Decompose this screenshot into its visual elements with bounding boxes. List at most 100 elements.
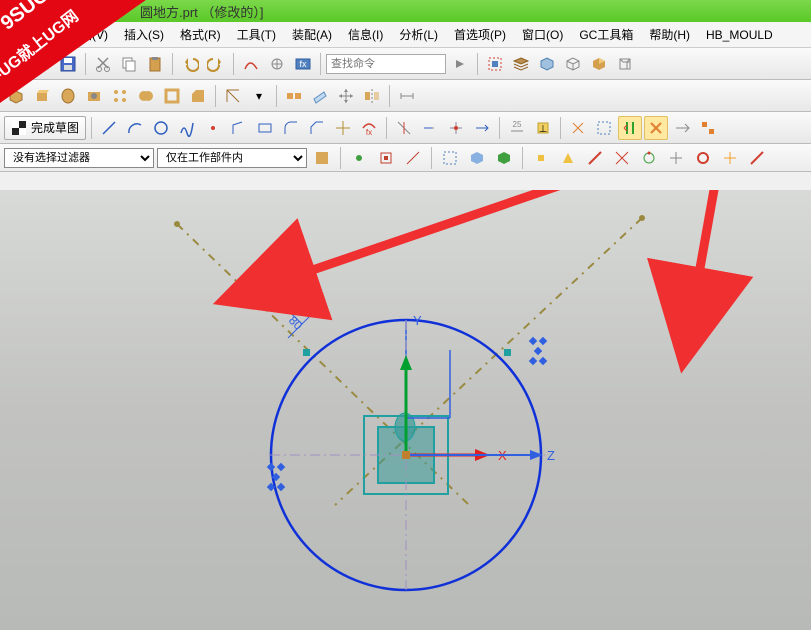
- toolbar-modeling: ▾: [0, 80, 811, 112]
- sketch-rect-icon[interactable]: [253, 116, 277, 140]
- svg-text:fx: fx: [299, 59, 307, 69]
- layer-icon[interactable]: [509, 52, 533, 76]
- trim-curve-icon[interactable]: [392, 116, 416, 140]
- selection-filter-dropdown[interactable]: 没有选择过滤器: [4, 148, 154, 168]
- shell-icon[interactable]: [160, 84, 184, 108]
- menu-gc[interactable]: GC工具箱: [571, 23, 641, 46]
- sel-face-icon[interactable]: [465, 146, 489, 170]
- snap-mid-icon[interactable]: [556, 146, 580, 170]
- expression-icon[interactable]: fx: [291, 52, 315, 76]
- curve-icon[interactable]: [239, 52, 263, 76]
- svg-text:80: 80: [286, 313, 306, 333]
- snap-line-icon[interactable]: [401, 146, 425, 170]
- assembly-add-icon[interactable]: [282, 84, 306, 108]
- unite-icon[interactable]: [134, 84, 158, 108]
- sketch-chamfer-icon[interactable]: [305, 116, 329, 140]
- chamfer-icon[interactable]: [186, 84, 210, 108]
- extend-curve-icon[interactable]: [418, 116, 442, 140]
- measure-dist-icon[interactable]: [395, 84, 419, 108]
- menu-window[interactable]: 窗口(O): [514, 23, 571, 46]
- fit-icon[interactable]: [483, 52, 507, 76]
- geo-constraint-icon[interactable]: ⊥: [531, 116, 555, 140]
- sketch-point-icon[interactable]: [201, 116, 225, 140]
- make-symmetric-icon[interactable]: [566, 116, 590, 140]
- datum-plane-icon[interactable]: [308, 84, 332, 108]
- snap-tangent-icon[interactable]: [718, 146, 742, 170]
- menu-mould[interactable]: HB_MOULD: [698, 25, 781, 45]
- snap-ctr-icon[interactable]: [583, 146, 607, 170]
- menu-tools[interactable]: 工具(T): [229, 23, 284, 46]
- svg-text:Z: Z: [547, 448, 555, 463]
- hole-icon[interactable]: [82, 84, 106, 108]
- svg-text:25: 25: [513, 120, 522, 129]
- wireframe-icon[interactable]: [561, 52, 585, 76]
- mirror-icon[interactable]: [360, 84, 384, 108]
- alt-solution-icon[interactable]: [696, 116, 720, 140]
- filter-btn-1-icon[interactable]: [310, 146, 334, 170]
- more-1-icon[interactable]: ▾: [247, 84, 271, 108]
- sketch-arc-icon[interactable]: [123, 116, 147, 140]
- titlebar-text: 圆地方.prt （修改的）]: [140, 2, 264, 21]
- dimension-icon[interactable]: 25: [505, 116, 529, 140]
- extrude-icon[interactable]: [30, 84, 54, 108]
- finish-sketch-button[interactable]: 完成草图: [4, 116, 86, 140]
- svg-text:Y: Y: [413, 313, 422, 328]
- flag-icon: [11, 120, 27, 136]
- command-search-input[interactable]: [326, 54, 446, 74]
- menu-info[interactable]: 信息(I): [340, 23, 391, 46]
- menubar: 视图(V) 插入(S) 格式(R) 工具(T) 装配(A) 信息(I) 分析(L…: [0, 22, 811, 48]
- snap-quad-icon[interactable]: [637, 146, 661, 170]
- menu-insert[interactable]: 插入(S): [116, 23, 172, 46]
- svg-text:⊥: ⊥: [539, 124, 548, 135]
- snap-intersect-icon[interactable]: [610, 146, 634, 170]
- quick-trim-icon[interactable]: [444, 116, 468, 140]
- sketch-ref-icon[interactable]: [331, 116, 355, 140]
- scope-dropdown[interactable]: 仅在工作部件内: [157, 148, 307, 168]
- finish-sketch-label: 完成草图: [31, 119, 79, 136]
- cut-icon[interactable]: [91, 52, 115, 76]
- show-constraints-icon[interactable]: [592, 116, 616, 140]
- menu-analysis[interactable]: 分析(L): [391, 23, 446, 46]
- quick-extend-icon[interactable]: [470, 116, 494, 140]
- pattern-icon[interactable]: [108, 84, 132, 108]
- undo-icon[interactable]: [178, 52, 202, 76]
- copy-icon[interactable]: [117, 52, 141, 76]
- auto-constrain-icon[interactable]: [618, 116, 642, 140]
- snap-oncurve-icon[interactable]: [691, 146, 715, 170]
- revolve-icon[interactable]: [56, 84, 80, 108]
- menu-assembly[interactable]: 装配(A): [284, 23, 340, 46]
- view-style-icon[interactable]: [535, 52, 559, 76]
- menu-help[interactable]: 帮助(H): [641, 23, 698, 46]
- snap-box-icon[interactable]: [374, 146, 398, 170]
- toolbar-main: fx: [0, 48, 811, 80]
- sketch-derived-icon[interactable]: fx: [357, 116, 381, 140]
- sel-solid-icon[interactable]: [492, 146, 516, 170]
- svg-text:fx: fx: [366, 128, 372, 137]
- perspective-icon[interactable]: [613, 52, 637, 76]
- graphics-canvas[interactable]: Y X Z 80: [0, 190, 811, 630]
- sketch-corner-icon[interactable]: [227, 116, 251, 140]
- menu-format[interactable]: 格式(R): [172, 23, 229, 46]
- paste-icon[interactable]: [143, 52, 167, 76]
- redo-icon[interactable]: [204, 52, 228, 76]
- trim-icon[interactable]: [221, 84, 245, 108]
- sketch-circle-icon[interactable]: [149, 116, 173, 140]
- filter-bar: 没有选择过滤器 仅在工作部件内: [0, 144, 811, 172]
- shade-icon[interactable]: [587, 52, 611, 76]
- sketch-fillet-icon[interactable]: [279, 116, 303, 140]
- auto-dimension-icon[interactable]: [644, 116, 668, 140]
- snap-exist-icon[interactable]: [664, 146, 688, 170]
- convert-ref-icon[interactable]: [670, 116, 694, 140]
- touch-icon[interactable]: [265, 52, 289, 76]
- sel-rect-icon[interactable]: [438, 146, 462, 170]
- snap-point-icon[interactable]: [347, 146, 371, 170]
- snap-end-icon[interactable]: [529, 146, 553, 170]
- sketch-viewport: Y X Z 80: [0, 190, 811, 630]
- snap-perp-icon[interactable]: [745, 146, 769, 170]
- sketch-spline-icon[interactable]: [175, 116, 199, 140]
- toolbar-sketch: 完成草图 fx 25 ⊥: [0, 112, 811, 144]
- move-obj-icon[interactable]: [334, 84, 358, 108]
- menu-prefs[interactable]: 首选项(P): [446, 23, 514, 46]
- sketch-line-icon[interactable]: [97, 116, 121, 140]
- search-go-icon[interactable]: [448, 52, 472, 76]
